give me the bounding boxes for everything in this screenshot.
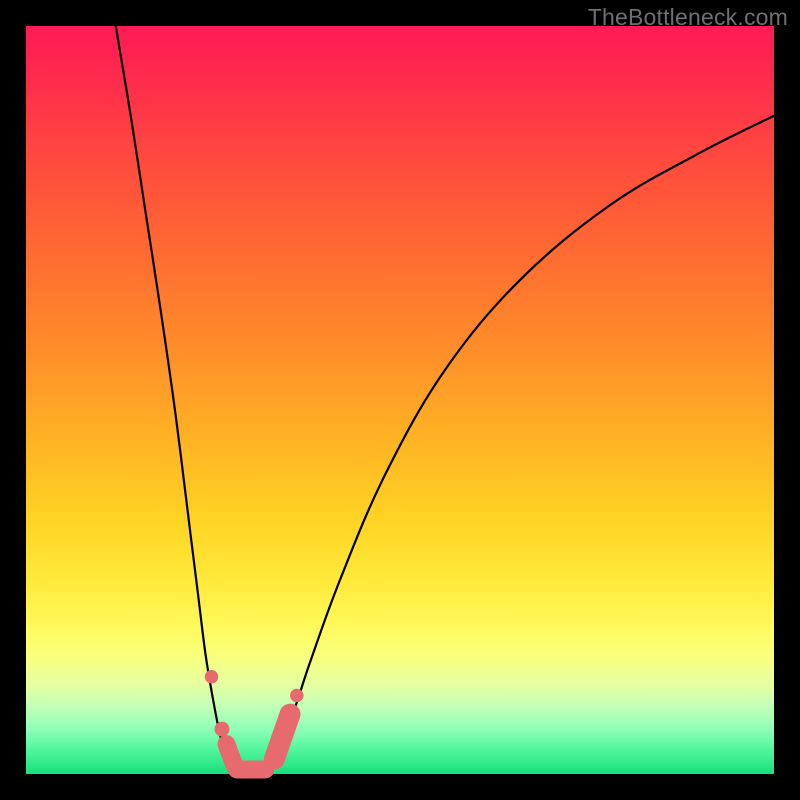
pill-right [274,714,290,759]
pill-left [226,744,233,764]
curve-left-branch [116,26,236,774]
curve-right-branch [265,116,774,774]
dot-right-upper [290,689,303,702]
dot-left-lower [214,722,229,737]
chart-frame: TheBottleneck.com [0,0,800,800]
marker-layer [205,670,304,769]
plot-area [26,26,774,774]
dot-left-upper [205,670,218,683]
curve-layer [26,26,774,774]
